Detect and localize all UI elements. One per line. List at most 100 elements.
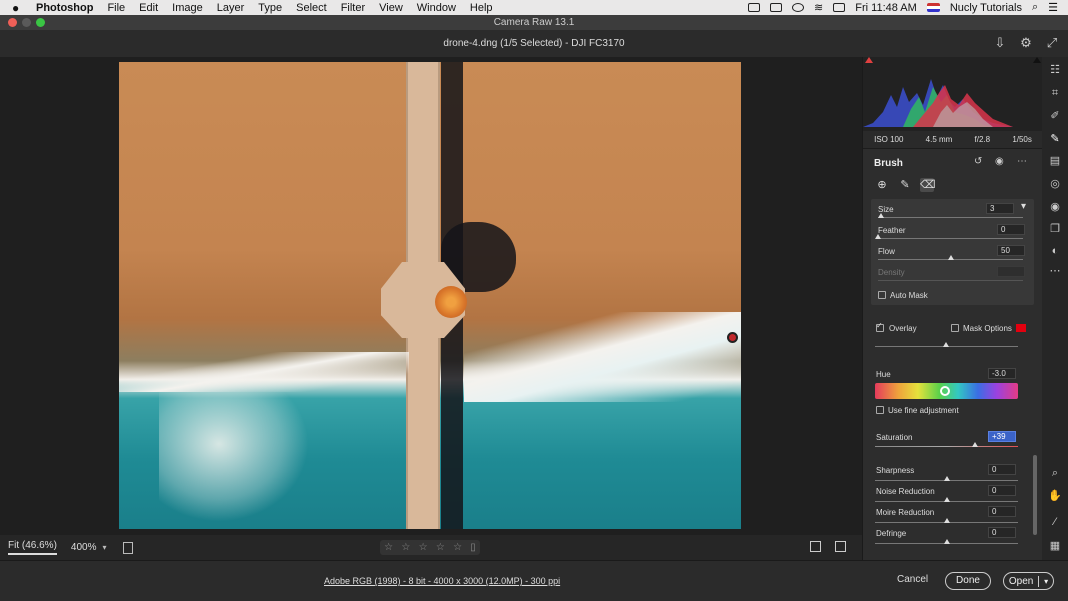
moire-reduction-field[interactable]: 0 <box>988 506 1016 517</box>
menu-layer[interactable]: Layer <box>217 2 245 14</box>
snapshots-icon[interactable]: ❐ <box>1048 222 1062 236</box>
star-icon[interactable]: ☆ <box>419 542 428 553</box>
star-icon[interactable]: ☆ <box>384 542 393 553</box>
defringe-field[interactable]: 0 <box>988 527 1016 538</box>
menu-window[interactable]: Window <box>417 2 456 14</box>
minimize-window-icon[interactable] <box>22 18 31 27</box>
star-icon[interactable]: ☆ <box>401 542 410 553</box>
drone-photo[interactable] <box>119 62 741 529</box>
noise-reduction-slider-thumb[interactable] <box>943 497 950 502</box>
creative-cloud-icon[interactable] <box>792 3 805 12</box>
graduated-filter-icon[interactable]: ▤ <box>1048 154 1062 168</box>
fullscreen-icon[interactable]: ⤢ <box>1044 35 1060 51</box>
feather-slider-thumb[interactable] <box>875 234 881 239</box>
menu-help[interactable]: Help <box>470 2 493 14</box>
trash-icon[interactable]: ▯ <box>470 542 476 553</box>
brush-icon[interactable]: ✎ <box>898 178 912 192</box>
more-icon[interactable]: ⋯ <box>1017 156 1027 167</box>
flow-slider-thumb[interactable] <box>947 255 954 260</box>
auto-mask-checkbox[interactable] <box>878 291 886 299</box>
hue-field[interactable]: -3.0 <box>988 368 1016 379</box>
airplay-icon[interactable] <box>833 3 846 12</box>
flow-field[interactable]: 50 <box>997 245 1025 256</box>
close-window-icon[interactable] <box>8 18 17 27</box>
eraser-icon[interactable]: ⌫ <box>920 178 936 192</box>
feather-field[interactable]: 0 <box>997 224 1025 235</box>
add-brush-icon[interactable]: ⊕ <box>875 178 889 192</box>
chevron-down-icon[interactable]: ▾ <box>1039 577 1053 586</box>
zoom-level-button[interactable]: 400% <box>71 542 97 553</box>
feather-slider[interactable] <box>878 238 1023 239</box>
reset-icon[interactable]: ↺ <box>974 156 982 167</box>
panel-scrollbar[interactable] <box>1032 70 1038 552</box>
size-slider-thumb[interactable] <box>877 213 884 218</box>
image-canvas[interactable] <box>0 57 862 535</box>
brush-options-chevron-icon[interactable]: ▾ <box>1021 201 1026 212</box>
brush-pin-marker[interactable] <box>727 332 738 343</box>
presets-icon[interactable]: ◐ <box>1048 244 1062 258</box>
noise-reduction-field[interactable]: 0 <box>988 485 1016 496</box>
workflow-options-link[interactable]: Adobe RGB (1998) - 8 bit - 4000 x 3000 (… <box>324 576 560 586</box>
hand-icon[interactable]: ✋ <box>1048 489 1062 503</box>
healing-icon[interactable]: ✐ <box>1048 109 1062 123</box>
before-after-icon[interactable] <box>835 541 846 552</box>
mask-color-swatch[interactable] <box>1016 324 1026 332</box>
previous-slider-thumb[interactable] <box>943 342 949 347</box>
control-center-icon[interactable]: ☰ <box>1048 1 1058 14</box>
saturation-slider[interactable] <box>875 446 1018 447</box>
cancel-button[interactable]: Cancel <box>897 574 928 585</box>
menu-type[interactable]: Type <box>258 2 282 14</box>
overlay-checkbox[interactable] <box>876 321 884 332</box>
eye-icon[interactable]: ◉ <box>995 156 1004 167</box>
clock-text[interactable]: Fri 11:48 AM <box>855 2 917 14</box>
crop-icon[interactable]: ⌗ <box>1048 86 1062 100</box>
star-icon[interactable]: ☆ <box>453 542 462 553</box>
fine-adjustment-checkbox[interactable] <box>876 406 884 414</box>
size-field[interactable]: 3 <box>986 203 1014 214</box>
shutter-value: 1/50s <box>1012 135 1032 144</box>
edit-sliders-icon[interactable]: ☷ <box>1048 63 1062 77</box>
hue-picker-thumb[interactable] <box>940 386 951 396</box>
chevron-down-icon[interactable]: ▾ <box>102 543 106 552</box>
menu-file[interactable]: File <box>107 2 125 14</box>
moire-reduction-slider-thumb[interactable] <box>943 518 950 523</box>
fit-zoom-button[interactable]: Fit (46.6%) <box>8 540 57 555</box>
us-flag-icon[interactable] <box>926 3 940 12</box>
sharpness-slider-thumb[interactable] <box>943 476 950 481</box>
menu-select[interactable]: Select <box>296 2 327 14</box>
zoom-window-icon[interactable] <box>36 18 45 27</box>
menu-photoshop[interactable]: Photoshop <box>36 2 93 14</box>
spotlight-search-icon[interactable]: ⌕ <box>1032 1 1038 14</box>
display-icon[interactable] <box>770 3 783 12</box>
screen-record-icon[interactable] <box>748 3 761 12</box>
menu-filter[interactable]: Filter <box>341 2 365 14</box>
saturation-slider-thumb[interactable] <box>972 442 979 447</box>
menu-image[interactable]: Image <box>172 2 203 14</box>
done-button[interactable]: Done <box>945 572 991 590</box>
brush-tools: ⊕ ✎ ⌫ <box>863 175 1042 197</box>
star-icon[interactable]: ☆ <box>436 542 445 553</box>
save-icon[interactable]: ⇩ <box>992 35 1008 51</box>
red-eye-icon[interactable]: ◉ <box>1048 200 1062 214</box>
mask-options-checkbox[interactable] <box>951 324 959 332</box>
single-view-icon[interactable] <box>810 541 821 552</box>
saturation-field[interactable]: +39 <box>988 431 1016 442</box>
sharpness-field[interactable]: 0 <box>988 464 1016 475</box>
menu-edit[interactable]: Edit <box>139 2 158 14</box>
more-tools-icon[interactable]: ⋯ <box>1048 264 1062 278</box>
defringe-slider-thumb[interactable] <box>943 539 950 544</box>
apple-menu-icon[interactable]: ● <box>12 1 26 15</box>
radial-filter-icon[interactable]: ◎ <box>1048 177 1062 191</box>
scrollbar-thumb[interactable] <box>1033 455 1037 535</box>
gear-icon[interactable]: ⚙ <box>1018 35 1034 51</box>
zoom-icon[interactable]: ⌕ <box>1048 466 1062 480</box>
adjustment-brush-icon[interactable]: ✎ <box>1048 132 1062 146</box>
eyedropper-icon[interactable]: ⁄ <box>1048 515 1062 529</box>
wifi-icon[interactable]: ≋ <box>814 1 823 14</box>
filmstrip-icon[interactable] <box>122 541 133 554</box>
open-button[interactable]: Open <box>1004 575 1040 587</box>
size-slider[interactable] <box>878 217 1023 218</box>
grid-icon[interactable]: ▦ <box>1048 539 1062 553</box>
menu-view[interactable]: View <box>379 2 403 14</box>
user-name[interactable]: Nucly Tutorials <box>950 2 1022 14</box>
